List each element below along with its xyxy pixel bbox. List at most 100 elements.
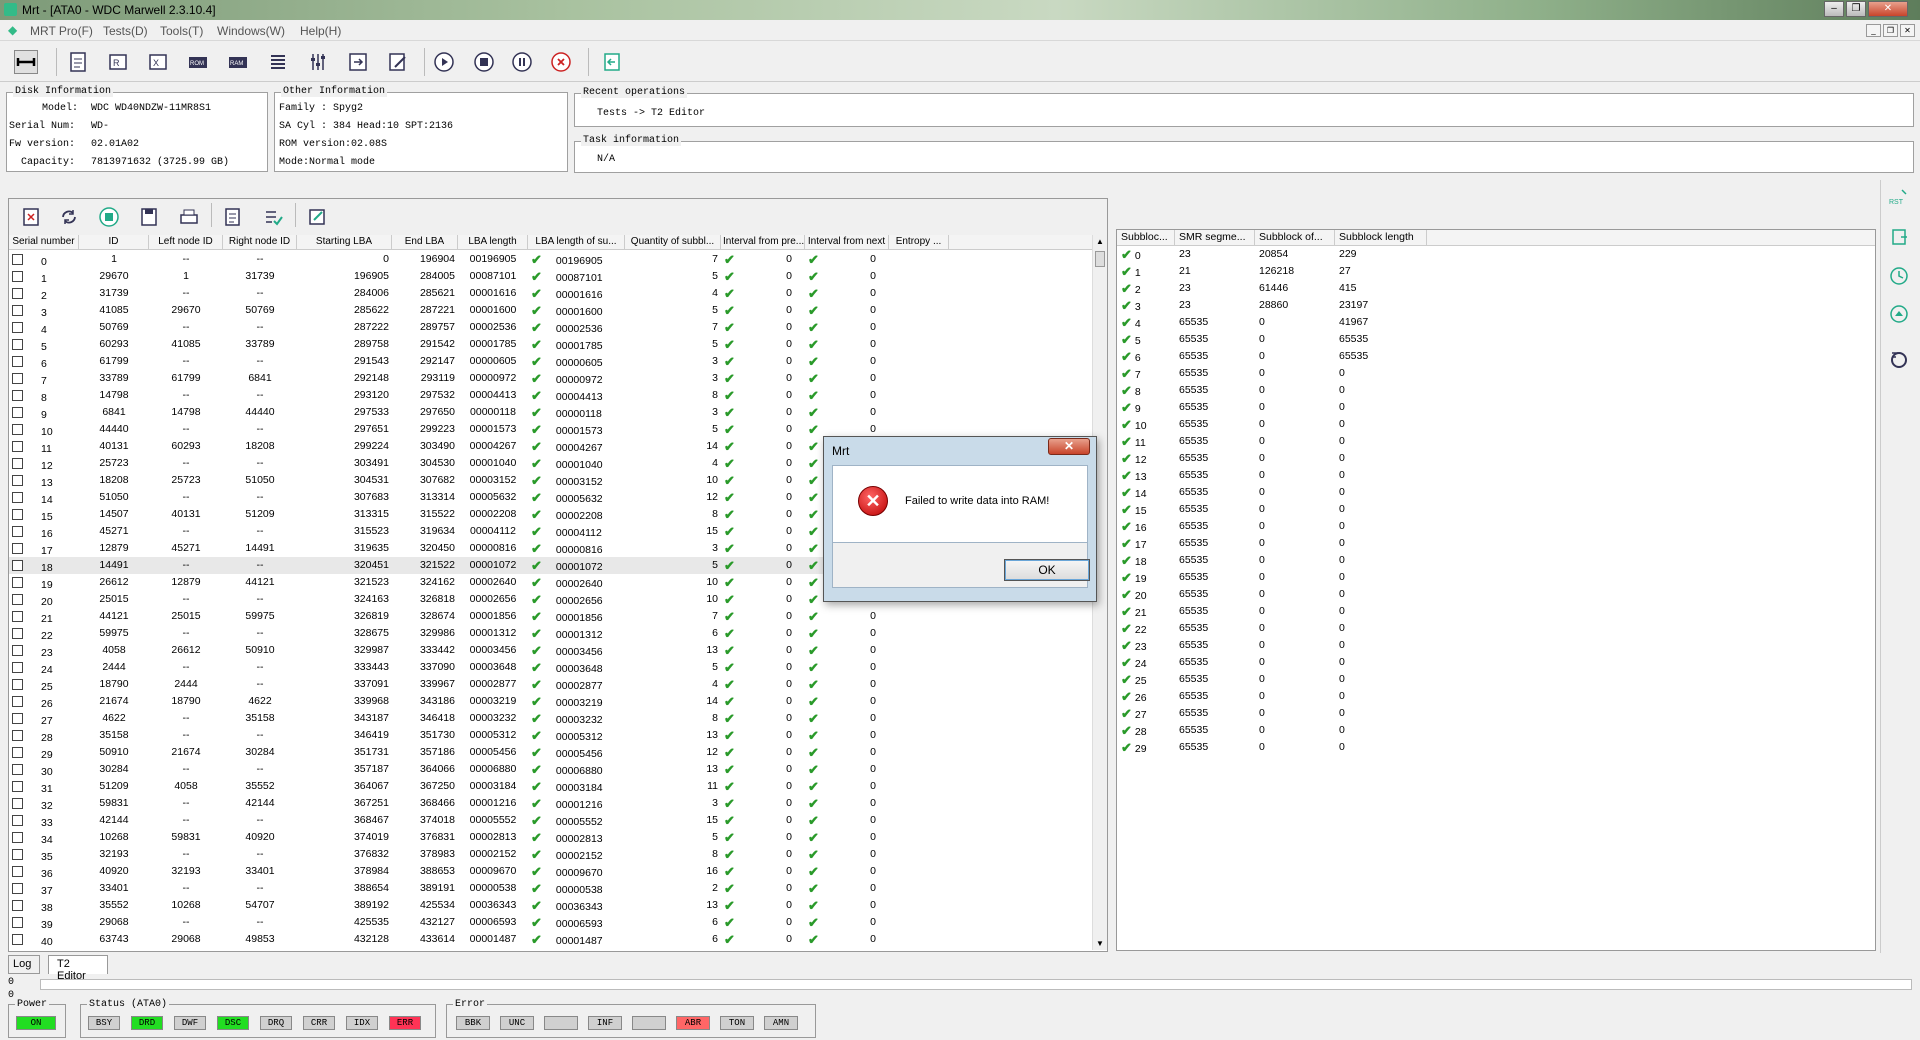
subblock-row[interactable]: ✔ 12 65535 0 0 xyxy=(1117,450,1875,467)
subblock-row[interactable]: ✔ 1 21 126218 27 xyxy=(1117,263,1875,280)
table-row[interactable]: 6 61799 -- -- 291543 292147 00000605 ✔ 00000605 3… xyxy=(9,353,1094,370)
mdi-close-button[interactable]: ✕ xyxy=(1900,24,1915,37)
subblock-row[interactable]: ✔ 7 65535 0 0 xyxy=(1117,365,1875,382)
row-checkbox[interactable] xyxy=(12,271,23,282)
row-checkbox[interactable] xyxy=(12,866,23,877)
table-row[interactable]: 4 50769 -- -- 287222 289757 00002536 ✔ 00002536 7… xyxy=(9,319,1094,336)
table-row[interactable]: 3 41085 29670 50769 285622 287221 00001600 ✔ 000… xyxy=(9,302,1094,319)
row-checkbox[interactable] xyxy=(12,645,23,656)
exit-icon[interactable] xyxy=(600,50,624,74)
row-checkbox[interactable] xyxy=(12,254,23,265)
row-checkbox[interactable] xyxy=(12,543,23,554)
menu-help[interactable]: Help(H) xyxy=(300,24,341,38)
table-row[interactable]: 8 14798 -- -- 293120 297532 00004413 ✔ 00004413 8… xyxy=(9,387,1094,404)
write-icon[interactable] xyxy=(305,205,329,229)
subblock-row[interactable]: ✔ 8 65535 0 0 xyxy=(1117,382,1875,399)
reset-icon[interactable]: R xyxy=(106,50,130,74)
tab-log[interactable]: Log xyxy=(8,955,40,974)
rom-icon[interactable]: ROM xyxy=(186,50,210,74)
row-checkbox[interactable] xyxy=(12,883,23,894)
check-list-icon[interactable] xyxy=(261,205,285,229)
row-checkbox[interactable] xyxy=(12,730,23,741)
subblock-row[interactable]: ✔ 29 65535 0 0 xyxy=(1117,739,1875,756)
ok-button[interactable]: OK xyxy=(1004,559,1090,581)
table-row[interactable]: 40 63743 29068 49853 432128 433614 00001487 ✔ 00… xyxy=(9,931,1094,948)
subblock-row[interactable]: ✔ 21 65535 0 0 xyxy=(1117,603,1875,620)
table-row[interactable]: 30 30284 -- -- 357187 364066 00006880 ✔ 00006880… xyxy=(9,761,1094,778)
table-row[interactable]: 39 29068 -- -- 425535 432127 00006593 ✔ 00006593… xyxy=(9,914,1094,931)
subblock-row[interactable]: ✔ 15 65535 0 0 xyxy=(1117,501,1875,518)
row-checkbox[interactable] xyxy=(12,900,23,911)
row-checkbox[interactable] xyxy=(12,917,23,928)
menu-tests[interactable]: Tests(D) xyxy=(103,24,148,38)
row-checkbox[interactable] xyxy=(12,475,23,486)
row-checkbox[interactable] xyxy=(12,509,23,520)
list-icon[interactable] xyxy=(266,50,290,74)
row-checkbox[interactable] xyxy=(12,577,23,588)
table-row[interactable]: 9 6841 14798 44440 297533 297650 00000118 ✔ 0000… xyxy=(9,404,1094,421)
row-checkbox[interactable] xyxy=(12,356,23,367)
row-checkbox[interactable] xyxy=(12,441,23,452)
row-checkbox[interactable] xyxy=(12,832,23,843)
row-checkbox[interactable] xyxy=(12,594,23,605)
table-row[interactable]: 31 51209 4058 35552 364067 367250 00003184 ✔ 000… xyxy=(9,778,1094,795)
subblock-row[interactable]: ✔ 25 65535 0 0 xyxy=(1117,671,1875,688)
clock-icon[interactable] xyxy=(1887,264,1911,288)
read-id-icon[interactable] xyxy=(66,50,90,74)
menu-tools[interactable]: Tools(T) xyxy=(160,24,203,38)
rst-icon[interactable]: RST xyxy=(1887,186,1911,210)
table-row[interactable]: 7 33789 61799 6841 292148 293119 00000972 ✔ 0000… xyxy=(9,370,1094,387)
subblock-row[interactable]: ✔ 16 65535 0 0 xyxy=(1117,518,1875,535)
column-header[interactable]: Quantity of subbl... xyxy=(625,235,721,250)
row-checkbox[interactable] xyxy=(12,747,23,758)
subblock-row[interactable]: ✔ 14 65535 0 0 xyxy=(1117,484,1875,501)
subblock-row[interactable]: ✔ 18 65535 0 0 xyxy=(1117,552,1875,569)
close-button[interactable]: ✕ xyxy=(1868,1,1908,17)
row-checkbox[interactable] xyxy=(12,611,23,622)
subblock-row[interactable]: ✔ 27 65535 0 0 xyxy=(1117,705,1875,722)
reset-x-icon[interactable]: X xyxy=(146,50,170,74)
column-header[interactable]: Serial number xyxy=(9,235,79,250)
table-row[interactable]: 21 44121 25015 59975 326819 328674 00001856 ✔ 00… xyxy=(9,608,1094,625)
table-row[interactable]: 33 42144 -- -- 368467 374018 00005552 ✔ 00005552… xyxy=(9,812,1094,829)
column-header[interactable]: SMR segme... xyxy=(1175,230,1255,245)
row-checkbox[interactable] xyxy=(12,798,23,809)
subblock-row[interactable]: ✔ 11 65535 0 0 xyxy=(1117,433,1875,450)
column-header[interactable]: Starting LBA xyxy=(297,235,392,250)
column-header[interactable]: Interval from next xyxy=(805,235,889,250)
upload-icon[interactable] xyxy=(1887,302,1911,326)
play-icon[interactable] xyxy=(432,50,456,74)
subblock-row[interactable]: ✔ 6 65535 0 65535 xyxy=(1117,348,1875,365)
subblock-row[interactable]: ✔ 4 65535 0 41967 xyxy=(1117,314,1875,331)
settings-icon[interactable] xyxy=(306,50,330,74)
row-checkbox[interactable] xyxy=(12,424,23,435)
row-checkbox[interactable] xyxy=(12,781,23,792)
subblock-row[interactable]: ✔ 2 23 61446 415 xyxy=(1117,280,1875,297)
column-header[interactable]: End LBA xyxy=(392,235,458,250)
refresh-icon[interactable] xyxy=(57,205,81,229)
row-checkbox[interactable] xyxy=(12,526,23,537)
table-row[interactable]: 1 29670 1 31739 196905 284005 00087101 ✔ 0008710… xyxy=(9,268,1094,285)
column-header[interactable]: LBA length of su... xyxy=(528,235,625,250)
row-checkbox[interactable] xyxy=(12,815,23,826)
table-row[interactable]: 25 18790 2444 -- 337091 339967 00002877 ✔ 000028… xyxy=(9,676,1094,693)
tab-t2-editor[interactable]: T2 Editor xyxy=(48,955,108,982)
row-checkbox[interactable] xyxy=(12,713,23,724)
row-checkbox[interactable] xyxy=(12,390,23,401)
minimize-button[interactable]: – xyxy=(1824,1,1844,17)
table-row[interactable]: 0 1 -- -- 0 196904 00196905 ✔ 00196905 7 ✔ 0 ✔ 0 xyxy=(9,251,1094,268)
stop-icon[interactable] xyxy=(472,50,496,74)
mdi-restore-button[interactable]: ❐ xyxy=(1883,24,1898,37)
delete-icon[interactable] xyxy=(19,205,43,229)
table-row[interactable]: 34 10268 59831 40920 374019 376831 00002813 ✔ 00… xyxy=(9,829,1094,846)
subblock-row[interactable]: ✔ 13 65535 0 0 xyxy=(1117,467,1875,484)
row-checkbox[interactable] xyxy=(12,373,23,384)
table-row[interactable]: 23 4058 26612 50910 329987 333442 00003456 ✔ 000… xyxy=(9,642,1094,659)
table-row[interactable]: 35 32193 -- -- 376832 378983 00002152 ✔ 00002152… xyxy=(9,846,1094,863)
menu-windows[interactable]: Windows(W) xyxy=(217,24,285,38)
column-header[interactable]: Interval from pre... xyxy=(721,235,805,250)
row-checkbox[interactable] xyxy=(12,560,23,571)
dialog-close-button[interactable]: ✕ xyxy=(1048,438,1090,455)
row-checkbox[interactable] xyxy=(12,322,23,333)
subblock-row[interactable]: ✔ 28 65535 0 0 xyxy=(1117,722,1875,739)
